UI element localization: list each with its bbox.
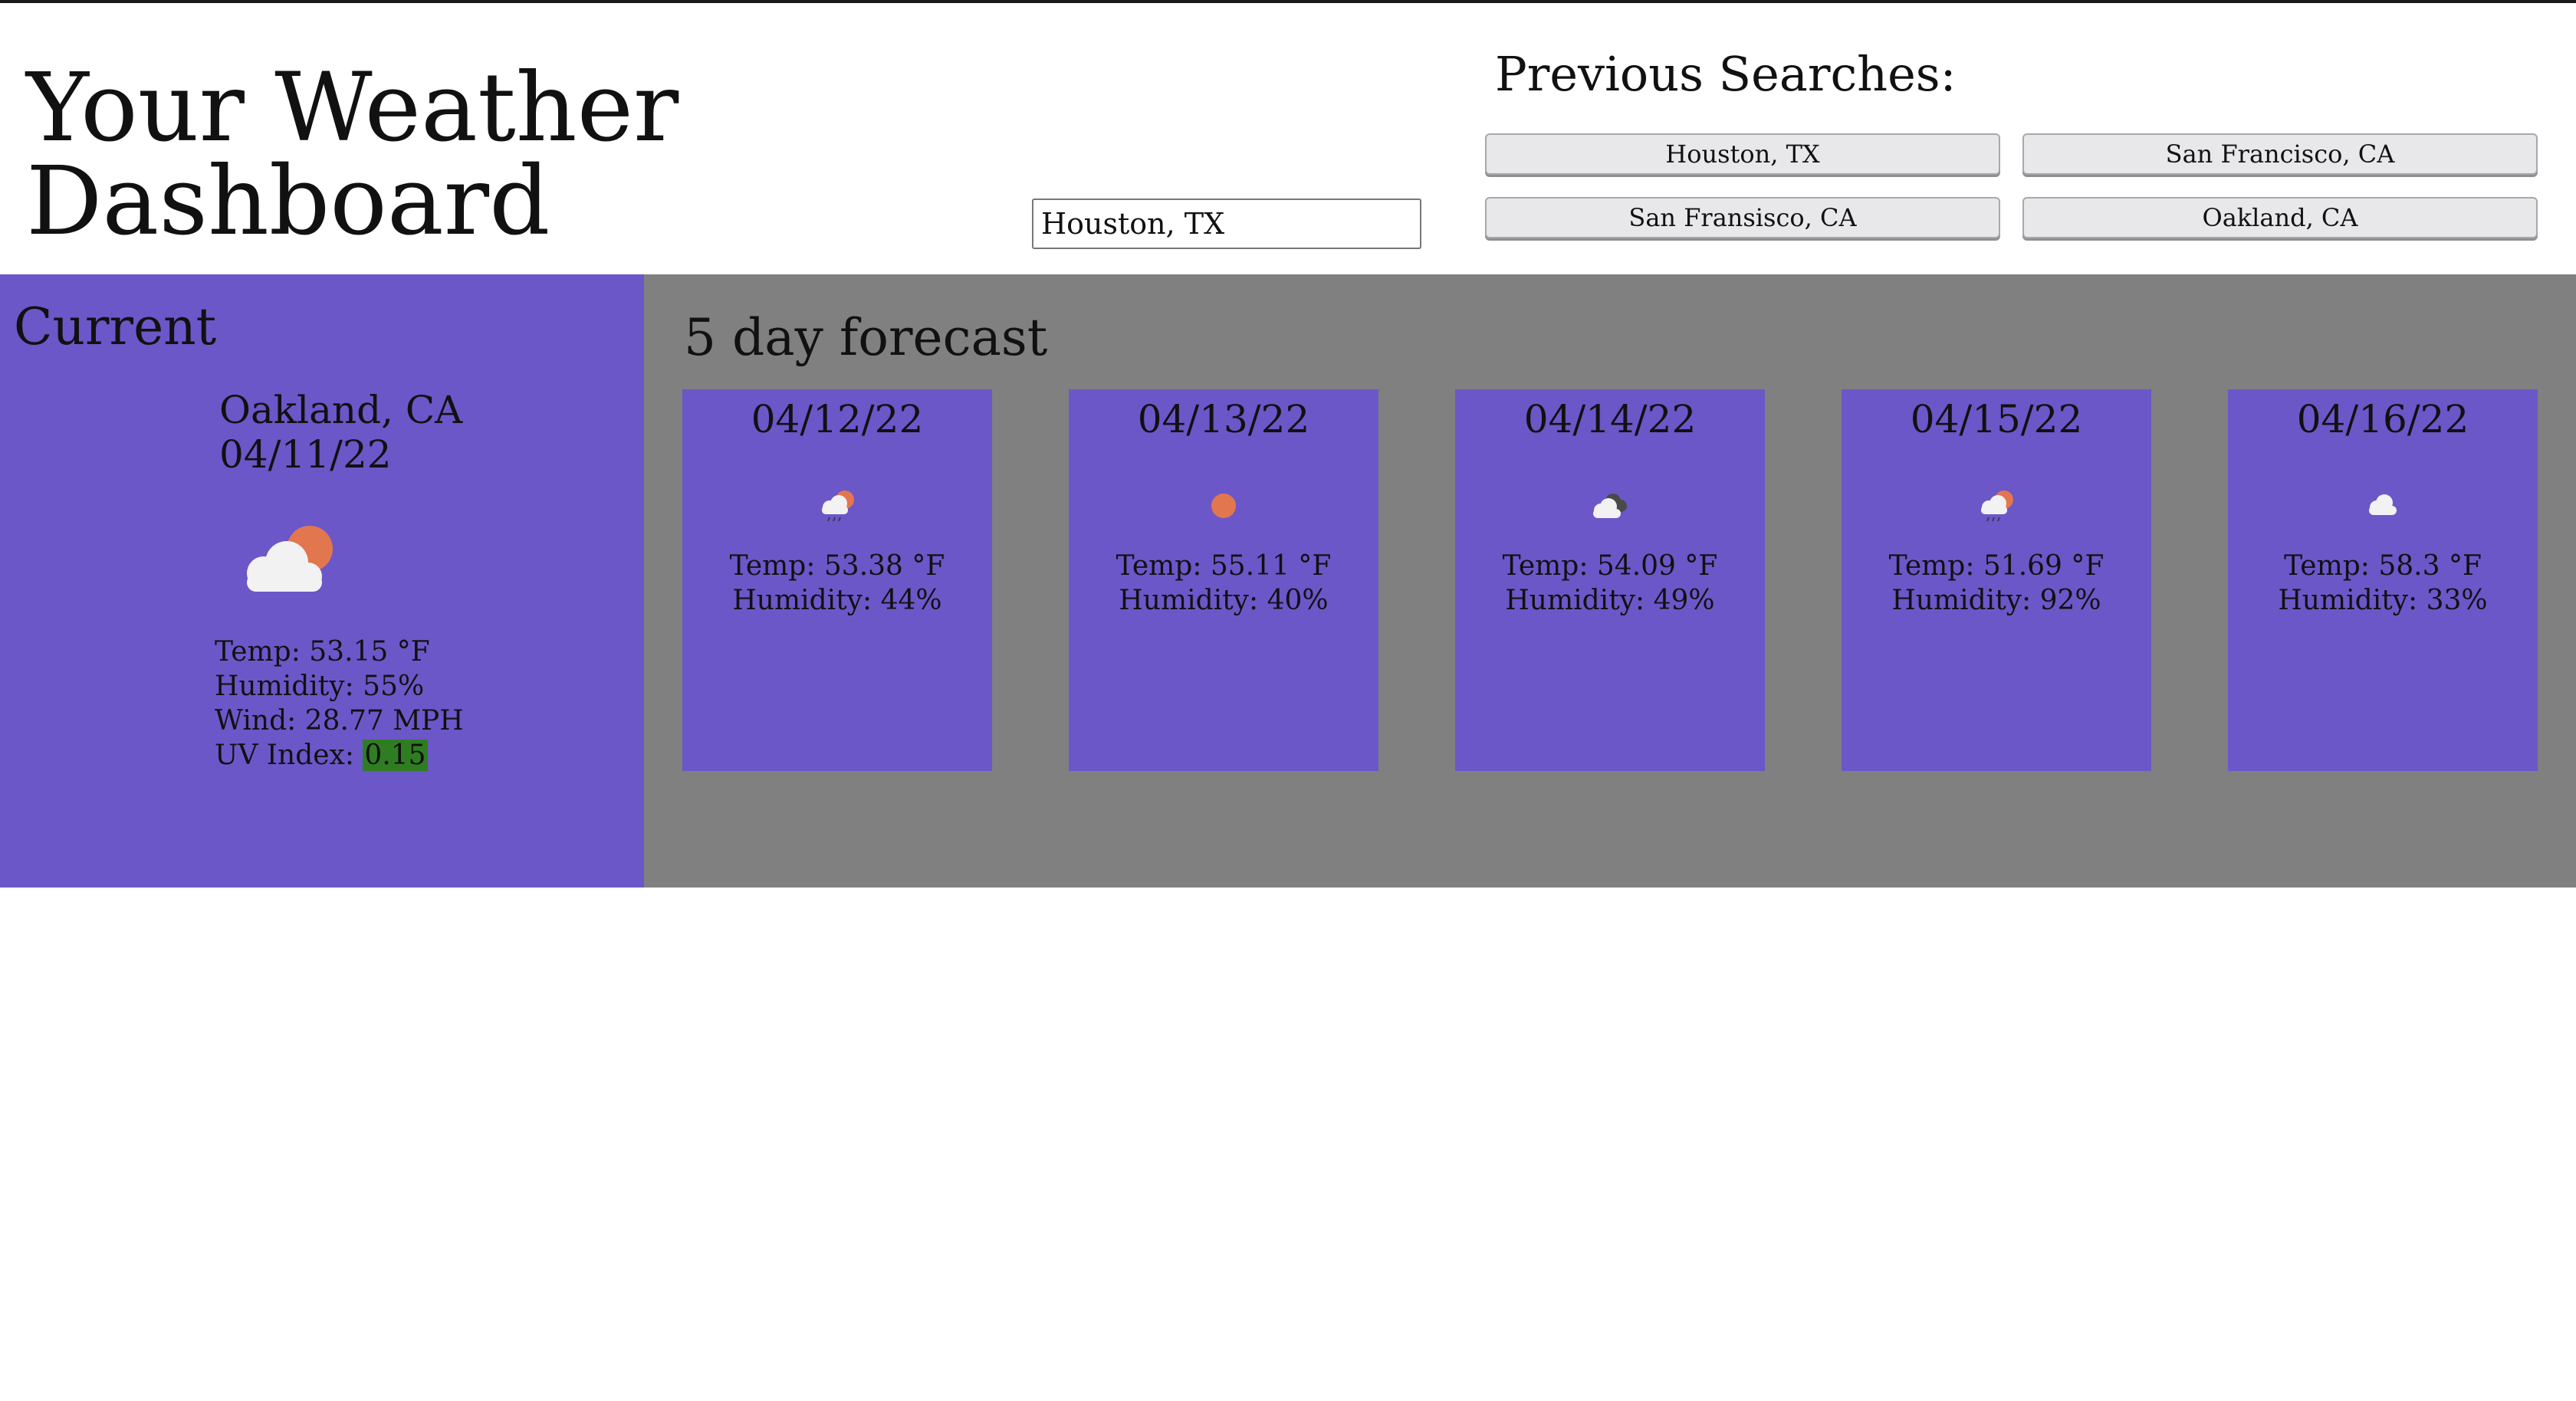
- current-weather-panel: Current Oakland, CA 04/11/22 Temp: 53.15…: [0, 274, 644, 888]
- previous-search-button[interactable]: San Fransisco, CA: [1485, 197, 2000, 238]
- forecast-temp: Temp: 55.11 °F: [1116, 550, 1332, 582]
- forecast-heading: 5 day forecast: [684, 308, 1048, 367]
- current-date: 04/11/22: [219, 432, 392, 477]
- previous-search-button[interactable]: San Francisco, CA: [2022, 133, 2538, 175]
- forecast-temp: Temp: 51.69 °F: [1888, 550, 2104, 582]
- forecast-stats: Temp: 54.09 °F Humidity: 49%: [1455, 549, 1765, 618]
- forecast-date: 04/13/22: [1137, 397, 1310, 441]
- city-search-input[interactable]: [1032, 199, 1421, 249]
- forecast-stats: Temp: 55.11 °F Humidity: 40%: [1069, 549, 1378, 618]
- forecast-humidity: Humidity: 40%: [1119, 585, 1329, 616]
- uv-label: UV Index:: [215, 740, 363, 771]
- forecast-stats: Temp: 51.69 °F Humidity: 92%: [1842, 549, 2151, 618]
- forecast-panel: 5 day forecast 04/12/22 Temp: 53.38 °F H…: [644, 274, 2576, 888]
- rain-sun-icon: [1981, 491, 2013, 522]
- forecast-temp: Temp: 58.3 °F: [2284, 550, 2482, 582]
- partly-cloudy-day-icon: [247, 526, 333, 592]
- previous-searches-title: Previous Searches:: [1495, 46, 1957, 102]
- forecast-humidity: Humidity: 33%: [2278, 585, 2488, 616]
- forecast-humidity: Humidity: 92%: [1891, 585, 2101, 616]
- current-heading: Current: [14, 297, 217, 356]
- title-line-2: Dashboard: [26, 146, 550, 257]
- forecast-temp: Temp: 53.38 °F: [729, 550, 945, 582]
- forecast-day-card: 04/16/22 Temp: 58.3 °F Humidity: 33%: [2228, 389, 2538, 771]
- forecast-humidity: Humidity: 49%: [1505, 585, 1715, 616]
- forecast-day-card: 04/15/22 Temp: 51.69 °F Humidity: 92%: [1842, 389, 2151, 771]
- forecast-date: 04/14/22: [1523, 397, 1697, 441]
- current-uv: UV Index: 0.15: [215, 738, 464, 773]
- forecast-stats: Temp: 53.38 °F Humidity: 44%: [682, 549, 992, 618]
- current-wind: Wind: 28.77 MPH: [215, 705, 464, 737]
- forecast-day-card: 04/12/22 Temp: 53.38 °F Humidity: 44%: [682, 389, 992, 771]
- cloud-icon: [2369, 494, 2397, 515]
- current-stats: Temp: 53.15 °F Humidity: 55% Wind: 28.77…: [215, 635, 464, 773]
- rain-sun-icon: [822, 491, 854, 522]
- uv-badge: 0.15: [363, 740, 428, 771]
- page-title: Your Weather Dashboard: [26, 61, 678, 249]
- forecast-date: 04/12/22: [751, 397, 924, 441]
- previous-search-button[interactable]: Houston, TX: [1485, 133, 2000, 175]
- broken-clouds-icon: [1593, 494, 1627, 518]
- current-city: Oakland, CA: [219, 388, 463, 432]
- current-humidity: Humidity: 55%: [215, 671, 425, 702]
- forecast-day-card: 04/13/22 Temp: 55.11 °F Humidity: 40%: [1069, 389, 1378, 771]
- previous-search-button[interactable]: Oakland, CA: [2022, 197, 2538, 238]
- forecast-date: 04/15/22: [1910, 397, 2083, 441]
- forecast-humidity: Humidity: 44%: [732, 585, 942, 616]
- forecast-stats: Temp: 58.3 °F Humidity: 33%: [2228, 549, 2538, 618]
- window-top-border: [0, 0, 2576, 3]
- forecast-date: 04/16/22: [2296, 397, 2469, 441]
- forecast-temp: Temp: 54.09 °F: [1502, 550, 1718, 582]
- current-temp: Temp: 53.15 °F: [215, 636, 430, 668]
- sun-icon: [1211, 494, 1236, 518]
- forecast-day-card: 04/14/22 Temp: 54.09 °F Humidity: 49%: [1455, 389, 1765, 771]
